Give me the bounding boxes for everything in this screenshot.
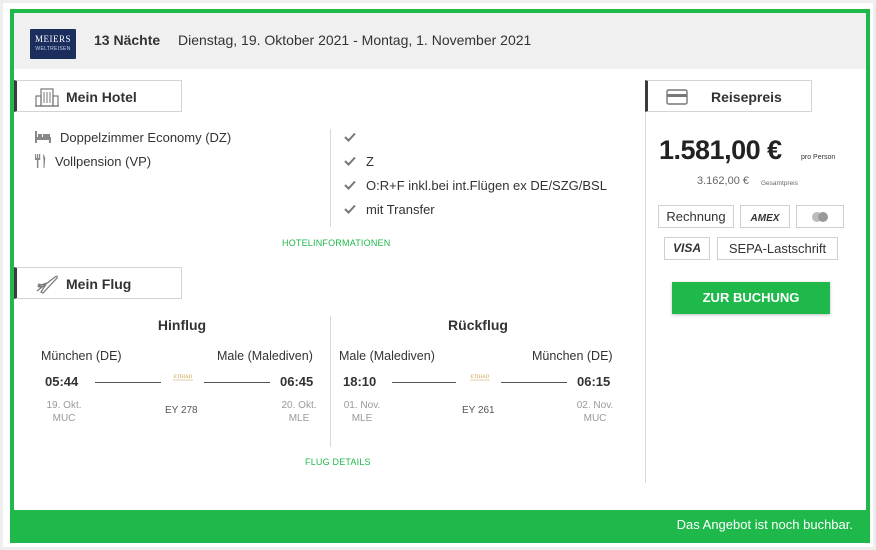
payment-invoice: Rechnung	[658, 205, 734, 228]
return-dep-code: MLE	[351, 413, 373, 424]
etihad-logo-icon: ETIHAD	[173, 375, 193, 381]
check-icon	[344, 156, 356, 166]
feature-item: mit Transfer	[344, 202, 435, 217]
tab-my-flight[interactable]: Mein Flug	[14, 267, 182, 299]
outbound-to-city: Male (Malediven)	[217, 349, 313, 363]
tab-my-hotel-label: Mein Hotel	[66, 89, 137, 105]
return-dep-time: 18:10	[343, 374, 377, 389]
airline-logo-text: ETIHAD	[174, 375, 193, 380]
feature-label: Z	[366, 154, 374, 169]
tab-travel-price-label: Reisepreis	[711, 89, 782, 105]
outbound-arr-time: 06:45	[280, 374, 314, 389]
flight-details-link[interactable]: FLUG DETAILS	[305, 457, 371, 467]
return-arr-date: 02. Nov.	[576, 400, 614, 411]
outbound-flight-number: EY 278	[165, 405, 198, 416]
flight-divider	[330, 316, 331, 447]
outbound-dep-info: 19. Okt. MUC	[34, 399, 94, 425]
outbound-dep-time: 05:44	[45, 374, 79, 389]
cutlery-icon	[35, 154, 46, 168]
amex-icon: AMEX	[740, 205, 790, 228]
hotel-building-icon	[35, 88, 59, 107]
airline-logo-text: ETIHAD	[471, 375, 490, 380]
payment-sepa: SEPA-Lastschrift	[717, 237, 838, 260]
return-route-line	[392, 382, 456, 383]
travel-dates: Dienstag, 19. Oktober 2021 - Montag, 1. …	[178, 32, 532, 48]
outbound-dep-date: 19. Okt.	[46, 400, 82, 411]
check-icon	[344, 180, 356, 190]
hotel-divider	[330, 129, 331, 227]
return-title: Rückflug	[448, 317, 508, 333]
board-type-label: Vollpension (VP)	[55, 154, 152, 169]
check-icon	[344, 132, 356, 142]
outbound-arr-info: 20. Okt. MLE	[269, 399, 329, 425]
return-dep-date: 01. Nov.	[343, 400, 381, 411]
outbound-title: Hinflug	[157, 317, 207, 333]
logo-text-main: MEIERS	[34, 34, 71, 44]
tab-my-flight-label: Mein Flug	[66, 276, 132, 292]
meiers-logo: MEIERS WELTREISEN	[30, 29, 76, 59]
price-total: 3.162,00 €	[697, 175, 749, 187]
hotel-info-link[interactable]: HOTELINFORMATIONEN	[282, 238, 390, 248]
book-button[interactable]: ZUR BUCHUNG	[672, 282, 830, 314]
room-type-label: Doppelzimmer Economy (DZ)	[60, 130, 232, 145]
return-arr-info: 02. Nov. MUC	[565, 399, 625, 425]
return-flight-number: EY 261	[462, 405, 495, 416]
bed-icon	[35, 131, 51, 143]
mastercard-icon	[796, 205, 844, 228]
payment-visa: VISA	[664, 237, 710, 260]
check-icon	[344, 204, 356, 214]
feature-item: O:R+F inkl.bei int.Flügen ex DE/SZG/BSL	[344, 178, 607, 193]
return-dep-info: 01. Nov. MLE	[332, 399, 392, 425]
feature-label: O:R+F inkl.bei int.Flügen ex DE/SZG/BSL	[366, 178, 607, 193]
return-route-line	[501, 382, 567, 383]
outbound-route-line	[95, 382, 161, 383]
board-type: Vollpension (VP)	[35, 154, 152, 169]
logo-text-sub: WELTREISEN	[35, 46, 71, 52]
return-from-city: Male (Malediven)	[339, 349, 435, 363]
outbound-arr-date: 20. Okt.	[281, 400, 317, 411]
etihad-logo-icon: ETIHAD	[470, 375, 490, 381]
feature-item: Z	[344, 154, 374, 169]
return-to-city: München (DE)	[532, 349, 613, 363]
nights-count: 13 Nächte	[94, 32, 161, 48]
return-arr-code: MUC	[583, 413, 607, 424]
credit-card-icon	[666, 89, 688, 105]
outbound-from-city: München (DE)	[41, 349, 122, 363]
tab-travel-price[interactable]: Reisepreis	[645, 80, 812, 112]
outbound-route-line	[204, 382, 270, 383]
airplane-icon	[36, 275, 58, 294]
price-per-person: 1.581,00 €	[659, 135, 782, 165]
availability-bar: Das Angebot ist noch buchbar.	[14, 510, 866, 539]
outbound-dep-code: MUC	[52, 413, 76, 424]
availability-status: Das Angebot ist noch buchbar.	[676, 517, 853, 532]
price-per-person-label: pro Person	[801, 154, 836, 161]
offer-card: MEIERS WELTREISEN 13 Nächte Dienstag, 19…	[0, 0, 876, 550]
outbound-arr-code: MLE	[288, 413, 310, 424]
return-arr-time: 06:15	[577, 374, 611, 389]
price-divider	[645, 80, 646, 483]
feature-label: mit Transfer	[366, 202, 435, 217]
offer-frame: MEIERS WELTREISEN 13 Nächte Dienstag, 19…	[10, 9, 870, 543]
room-type: Doppelzimmer Economy (DZ)	[35, 130, 232, 145]
price-total-label: Gesamtpreis	[761, 180, 798, 187]
amex-text: AMEX	[750, 213, 781, 223]
offer-header: MEIERS WELTREISEN 13 Nächte Dienstag, 19…	[14, 13, 866, 69]
tab-my-hotel[interactable]: Mein Hotel	[14, 80, 182, 112]
